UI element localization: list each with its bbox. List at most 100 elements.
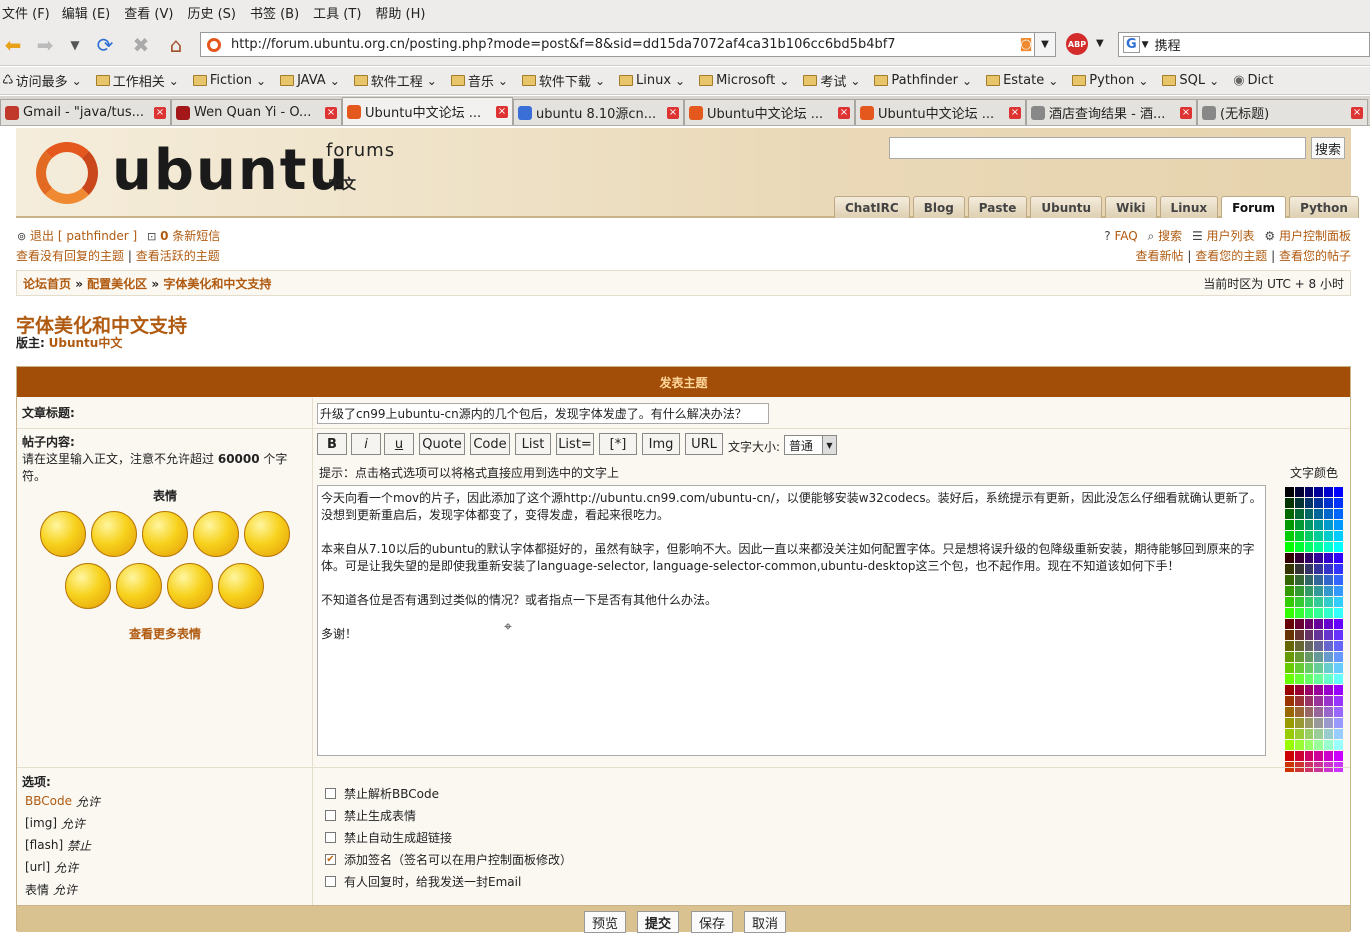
color-swatch[interactable] [1324,740,1334,750]
submit-button[interactable]: 提交 [637,911,679,933]
site-nav-1[interactable]: Blog [912,196,965,218]
header-search-input[interactable] [889,137,1306,159]
color-swatch[interactable] [1314,498,1324,508]
color-swatch[interactable] [1334,641,1343,651]
close-tab-icon[interactable]: × [667,106,679,119]
color-swatch[interactable] [1285,663,1294,673]
pm-count[interactable]: 0 [160,229,168,243]
color-swatch[interactable] [1324,630,1334,640]
color-swatch[interactable] [1314,487,1324,497]
smiley-wink-icon[interactable] [142,511,188,557]
color-swatch[interactable] [1334,696,1343,706]
unanswered-link[interactable]: 查看没有回复的主题 [16,249,124,263]
color-swatch[interactable] [1285,685,1294,695]
menu-history[interactable]: 历史 (S) [187,3,244,22]
subject-input[interactable]: 升级了cn99上ubuntu-cn源内的几个包后，发现字体发虚了。有什么解决办法… [317,403,769,424]
color-swatch[interactable] [1294,718,1304,728]
color-swatch[interactable] [1324,531,1334,541]
checkbox-icon[interactable] [325,788,336,799]
memberlist-link[interactable]: 用户列表 [1207,229,1255,243]
quote-button[interactable]: Quote [419,433,465,455]
list-item-button[interactable]: [*] [599,433,637,455]
color-swatch[interactable] [1294,498,1304,508]
color-swatch[interactable] [1294,751,1304,761]
color-swatch[interactable] [1314,520,1324,530]
bookmark-5[interactable]: 音乐 ⌄ [450,71,508,90]
color-swatch[interactable] [1324,729,1334,739]
color-swatch[interactable] [1314,531,1324,541]
site-nav-7[interactable]: Python [1289,196,1359,218]
smiley-tongue-icon[interactable] [91,511,137,557]
color-swatch[interactable] [1294,685,1304,695]
color-swatch[interactable] [1285,630,1294,640]
color-swatch[interactable] [1324,685,1334,695]
color-swatch[interactable] [1304,685,1314,695]
color-swatch[interactable] [1304,597,1314,607]
checkbox-icon[interactable] [325,876,336,887]
bookmark-8[interactable]: Microsoft ⌄ [699,73,789,88]
color-swatch[interactable] [1314,542,1324,552]
color-swatch[interactable] [1314,564,1324,574]
color-swatch[interactable] [1334,531,1343,541]
browser-tab-5[interactable]: Ubuntu中文论坛 ... × [855,99,1026,125]
code-button[interactable]: Code [470,433,510,455]
search-bar[interactable]: G ▼ 携程 [1118,32,1370,57]
adblock-icon[interactable]: ABP [1066,33,1088,55]
color-swatch[interactable] [1314,740,1324,750]
color-swatch[interactable] [1304,520,1314,530]
color-swatch[interactable] [1285,564,1294,574]
color-swatch[interactable] [1304,630,1314,640]
color-swatch[interactable] [1314,696,1324,706]
color-swatch[interactable] [1334,575,1343,585]
menu-help[interactable]: 帮助 (H) [375,3,433,22]
color-swatch[interactable] [1314,608,1324,618]
color-swatch[interactable] [1304,696,1314,706]
option-checkbox-row[interactable]: ✔ 添加签名（签名可以在用户控制面板修改） [325,851,572,868]
color-swatch[interactable] [1314,597,1324,607]
list-ordered-button[interactable]: List= [556,433,594,455]
close-tab-icon[interactable]: × [1180,106,1192,119]
active-topics-link[interactable]: 查看活跃的主题 [136,249,220,263]
color-swatch[interactable] [1285,542,1294,552]
moderator-link[interactable]: Ubuntu中文 [49,336,123,350]
site-nav-6[interactable]: Forum [1221,196,1287,218]
search-engine-dropdown-icon[interactable]: ▼ [1142,40,1149,50]
color-swatch[interactable] [1314,586,1324,596]
bookmark-0[interactable]: ♺ 访问最多 ⌄ [2,71,82,90]
url-dropdown-icon[interactable]: ▼ [1034,32,1056,57]
faq-link[interactable]: FAQ [1114,229,1137,243]
color-swatch[interactable] [1294,696,1304,706]
bookmark-3[interactable]: JAVA ⌄ [280,73,340,88]
color-swatch[interactable] [1285,740,1294,750]
img-button[interactable]: Img [642,433,680,455]
color-swatch[interactable] [1314,663,1324,673]
color-swatch[interactable] [1334,652,1343,662]
checkbox-checked-icon[interactable]: ✔ [325,854,336,865]
color-swatch[interactable] [1285,707,1294,717]
header-search-button[interactable]: 搜索 [1311,137,1345,159]
site-nav-3[interactable]: Ubuntu [1030,196,1103,218]
color-swatch[interactable] [1324,641,1334,651]
color-swatch[interactable] [1304,564,1314,574]
color-swatch[interactable] [1334,740,1343,750]
smiley-smile-icon[interactable] [40,511,86,557]
color-swatch[interactable] [1304,641,1314,651]
more-smilies-link[interactable]: 查看更多表情 [17,625,313,642]
bold-button[interactable]: B [317,433,347,455]
color-swatch[interactable] [1334,487,1343,497]
color-swatch[interactable] [1304,652,1314,662]
color-swatch[interactable] [1334,586,1343,596]
color-swatch[interactable] [1314,553,1324,563]
color-swatch[interactable] [1334,542,1343,552]
color-swatch[interactable] [1294,520,1304,530]
color-swatch[interactable] [1334,619,1343,629]
search-link[interactable]: 搜索 [1158,229,1182,243]
menu-edit[interactable]: 编辑 (E) [62,3,119,22]
color-swatch[interactable] [1334,751,1343,761]
rss-icon[interactable]: ◙ [1020,37,1033,52]
url-button[interactable]: URL [685,433,723,455]
color-swatch[interactable] [1324,586,1334,596]
color-swatch[interactable] [1304,674,1314,684]
save-button[interactable]: 保存 [691,911,733,933]
close-tab-icon[interactable]: × [1351,106,1363,119]
